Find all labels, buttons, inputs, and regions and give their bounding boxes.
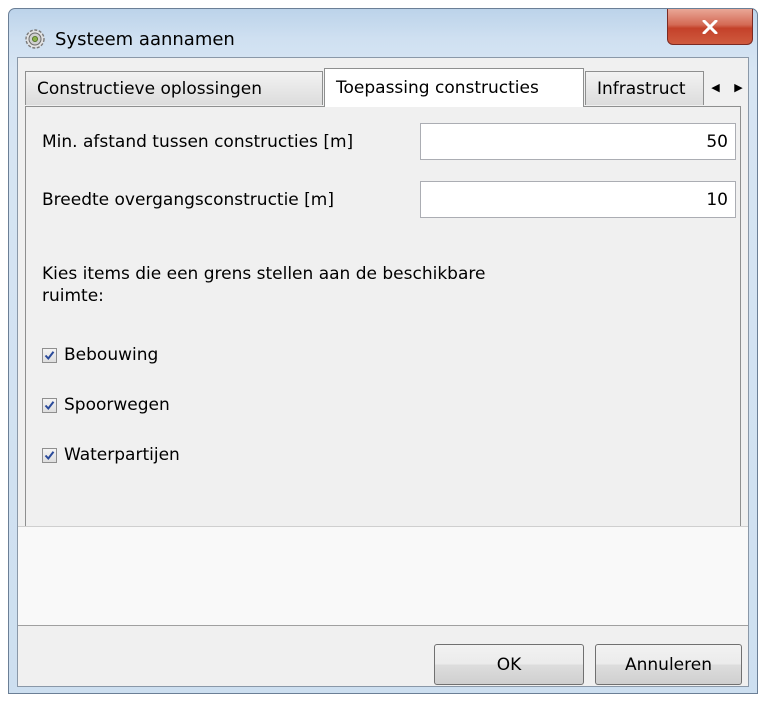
title-bar[interactable]: Systeem aannamen <box>9 9 757 57</box>
empty-status-area <box>18 526 748 626</box>
boundary-items-description: Kies items die een grens stellen aan de … <box>42 264 486 306</box>
tab-label: Infrastruct <box>597 79 686 99</box>
checkmark-icon <box>44 350 55 360</box>
tab-constructieve-oplossingen[interactable]: Constructieve oplossingen <box>25 71 323 105</box>
tab-infrastructuur[interactable]: Infrastruct <box>585 71 704 105</box>
tab-toepassing-constructies[interactable]: Toepassing constructies <box>324 68 584 107</box>
checkbox-waterpartijen[interactable]: Waterpartijen <box>42 445 180 465</box>
checkbox-label: Spoorwegen <box>64 395 170 415</box>
min-afstand-input[interactable] <box>420 123 736 160</box>
gear-icon <box>25 29 45 49</box>
tab-scroll-right-icon[interactable]: ▶ <box>734 81 742 94</box>
checkbox-box[interactable] <box>42 447 57 463</box>
breedte-input[interactable] <box>420 181 736 218</box>
tab-scroll-controls: ◀ ▶ <box>704 71 750 103</box>
checkbox-label: Bebouwing <box>64 345 159 365</box>
tab-label: Constructieve oplossingen <box>37 79 263 99</box>
checkmark-icon <box>44 400 55 410</box>
checkbox-bebouwing[interactable]: Bebouwing <box>42 345 158 365</box>
tab-scroll-left-icon[interactable]: ◀ <box>711 81 719 94</box>
close-button[interactable] <box>667 9 753 45</box>
checkbox-box[interactable] <box>42 397 57 413</box>
checkbox-spoorwegen[interactable]: Spoorwegen <box>42 395 170 415</box>
dialog-client-area: Constructieve oplossingen Toepassing con… <box>17 57 749 687</box>
close-icon <box>702 19 718 34</box>
tab-label: Toepassing constructies <box>336 78 539 98</box>
ok-button[interactable]: OK <box>434 644 584 685</box>
window-title: Systeem aannamen <box>55 29 235 50</box>
checkmark-icon <box>44 450 55 460</box>
min-afstand-label: Min. afstand tussen constructies [m] <box>42 132 354 152</box>
cancel-button[interactable]: Annuleren <box>595 644 742 685</box>
tab-panel-toepassing: Min. afstand tussen constructies [m] Bre… <box>25 106 741 528</box>
breedte-label: Breedte overgangsconstructie [m] <box>42 190 334 210</box>
tab-strip: Constructieve oplossingen Toepassing con… <box>18 58 750 107</box>
checkbox-label: Waterpartijen <box>64 445 180 465</box>
checkbox-box[interactable] <box>42 347 57 363</box>
dialog-window: Systeem aannamen Constructieve oplossing… <box>8 8 758 694</box>
